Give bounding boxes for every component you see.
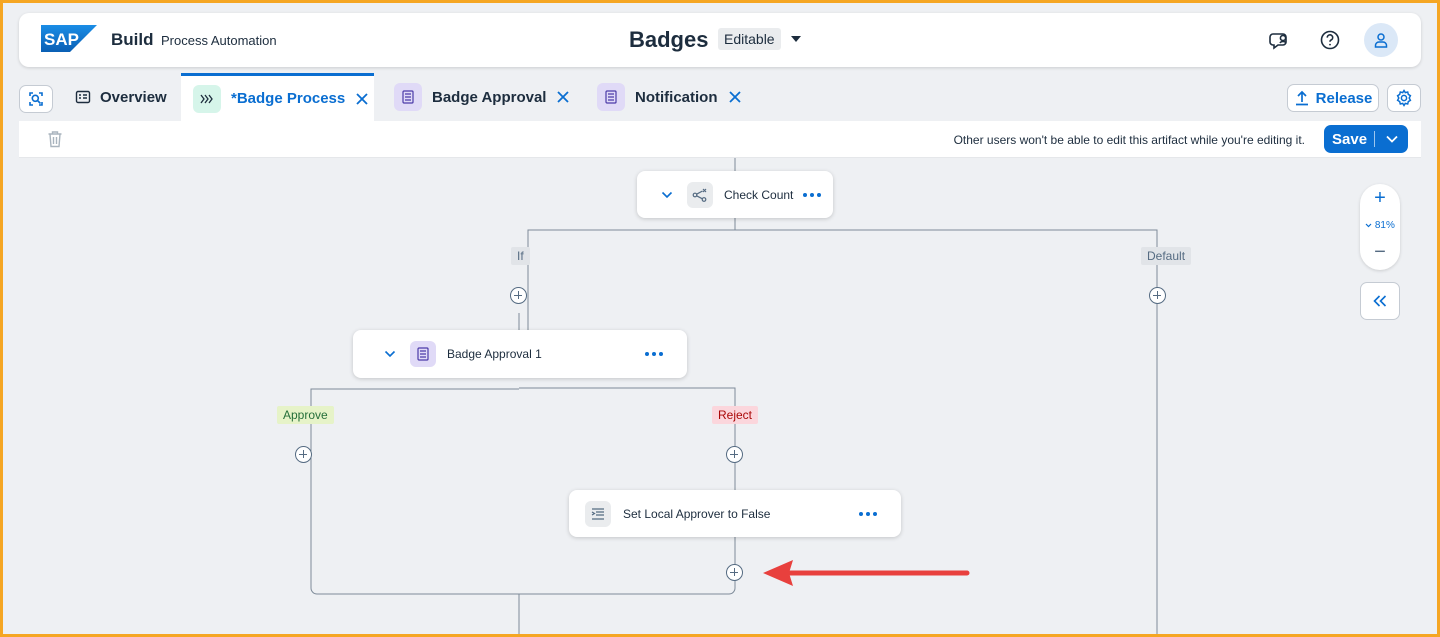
- help-icon[interactable]: [1319, 29, 1341, 51]
- close-icon[interactable]: [728, 90, 742, 104]
- chevron-down-icon: [1365, 223, 1372, 228]
- tab-badge-process-label: *Badge Process: [231, 90, 346, 107]
- add-step-default-icon[interactable]: [1149, 287, 1166, 304]
- save-label: Save: [1332, 130, 1368, 148]
- script-icon: [585, 500, 611, 527]
- avatar[interactable]: [1364, 23, 1398, 57]
- branch-label-default: Default: [1141, 247, 1192, 265]
- app-frame: SAP Build Process Automation Badges Edit…: [3, 3, 1437, 634]
- collapse-panel-icon: [1373, 295, 1387, 307]
- save-button[interactable]: Save: [1324, 125, 1408, 153]
- save-dropdown[interactable]: [1375, 135, 1408, 143]
- editor-toolbar: Other users won't be able to edit this a…: [19, 121, 1421, 158]
- zoom-level-text: 81%: [1374, 220, 1395, 231]
- zoom-control: + 81% −: [1360, 184, 1400, 270]
- zoom-out-button[interactable]: −: [1372, 242, 1388, 262]
- form-icon: [410, 341, 436, 367]
- badge-approval-node[interactable]: Badge Approval 1: [353, 330, 687, 378]
- trash-icon[interactable]: [47, 130, 63, 148]
- shell-bar: SAP Build Process Automation Badges Edit…: [19, 13, 1421, 67]
- chevron-down-icon[interactable]: [789, 32, 803, 46]
- form-icon: [394, 83, 422, 111]
- chevron-down-icon[interactable]: [384, 350, 396, 358]
- branch-label-reject: Reject: [712, 406, 759, 424]
- badge-approval-label: Badge Approval 1: [447, 347, 542, 361]
- tab-badge-process[interactable]: *Badge Process: [181, 73, 374, 121]
- form-icon: [597, 83, 625, 111]
- close-icon[interactable]: [355, 92, 369, 106]
- set-local-approver-label: Set Local Approver to False: [623, 506, 771, 521]
- tab-overview[interactable]: Overview: [75, 73, 175, 121]
- add-step-after-set-local-icon[interactable]: [726, 564, 743, 581]
- zoom-in-button[interactable]: +: [1372, 188, 1388, 208]
- tab-notification[interactable]: Notification: [597, 73, 757, 121]
- lock-message: Other users won't be able to edit this a…: [953, 133, 1305, 147]
- product-name: Process Automation: [161, 33, 277, 48]
- settings-button[interactable]: [1387, 84, 1421, 112]
- branch-label-approve: Approve: [277, 406, 334, 424]
- tab-badge-approval-label: Badge Approval: [432, 88, 547, 106]
- sap-logo-text: SAP: [44, 30, 79, 49]
- annotation-arrow: [763, 560, 970, 586]
- add-step-if-icon[interactable]: [510, 287, 527, 304]
- search-canvas-icon: [29, 92, 43, 106]
- overview-icon: [75, 90, 91, 104]
- tab-overview-label: Overview: [100, 88, 167, 106]
- status-badge: Editable: [718, 28, 781, 50]
- zoom-level[interactable]: 81%: [1360, 220, 1400, 231]
- set-local-approver-node[interactable]: Set Local Approver to False: [569, 490, 901, 537]
- more-icon[interactable]: [803, 192, 822, 197]
- check-count-label: Check Count: [724, 187, 794, 202]
- condition-icon: [687, 181, 713, 208]
- tab-badge-approval[interactable]: Badge Approval: [394, 73, 574, 121]
- collapse-panel-button[interactable]: [1360, 282, 1400, 320]
- more-icon[interactable]: [859, 511, 877, 516]
- search-canvas-button[interactable]: [19, 85, 53, 113]
- more-icon[interactable]: [645, 352, 663, 356]
- process-icon: [193, 84, 221, 113]
- close-icon[interactable]: [556, 90, 570, 104]
- add-step-approve-icon[interactable]: [295, 446, 312, 463]
- chevron-down-icon[interactable]: [661, 191, 673, 199]
- release-button[interactable]: Release: [1287, 84, 1379, 112]
- branch-label-if: If: [511, 247, 530, 265]
- brand-name: Build: [111, 30, 154, 49]
- page-title: Badges: [629, 27, 709, 52]
- feedback-icon[interactable]: [1269, 29, 1291, 51]
- chevron-down-icon: [1385, 135, 1398, 143]
- sap-logo[interactable]: SAP: [41, 25, 97, 52]
- process-canvas[interactable]: Check Count If Default Badge Approval 1 …: [19, 158, 1421, 634]
- tab-notification-label: Notification: [635, 88, 718, 106]
- release-label: Release: [1315, 89, 1373, 107]
- upload-icon: [1295, 90, 1308, 106]
- user-icon: [1374, 33, 1388, 48]
- flow-connectors: [310, 158, 1158, 634]
- tab-bar: Overview *Badge Process Badge Approval N…: [3, 73, 1437, 121]
- add-step-reject-icon[interactable]: [726, 446, 743, 463]
- check-count-node[interactable]: Check Count: [637, 171, 833, 218]
- gear-icon: [1396, 89, 1412, 107]
